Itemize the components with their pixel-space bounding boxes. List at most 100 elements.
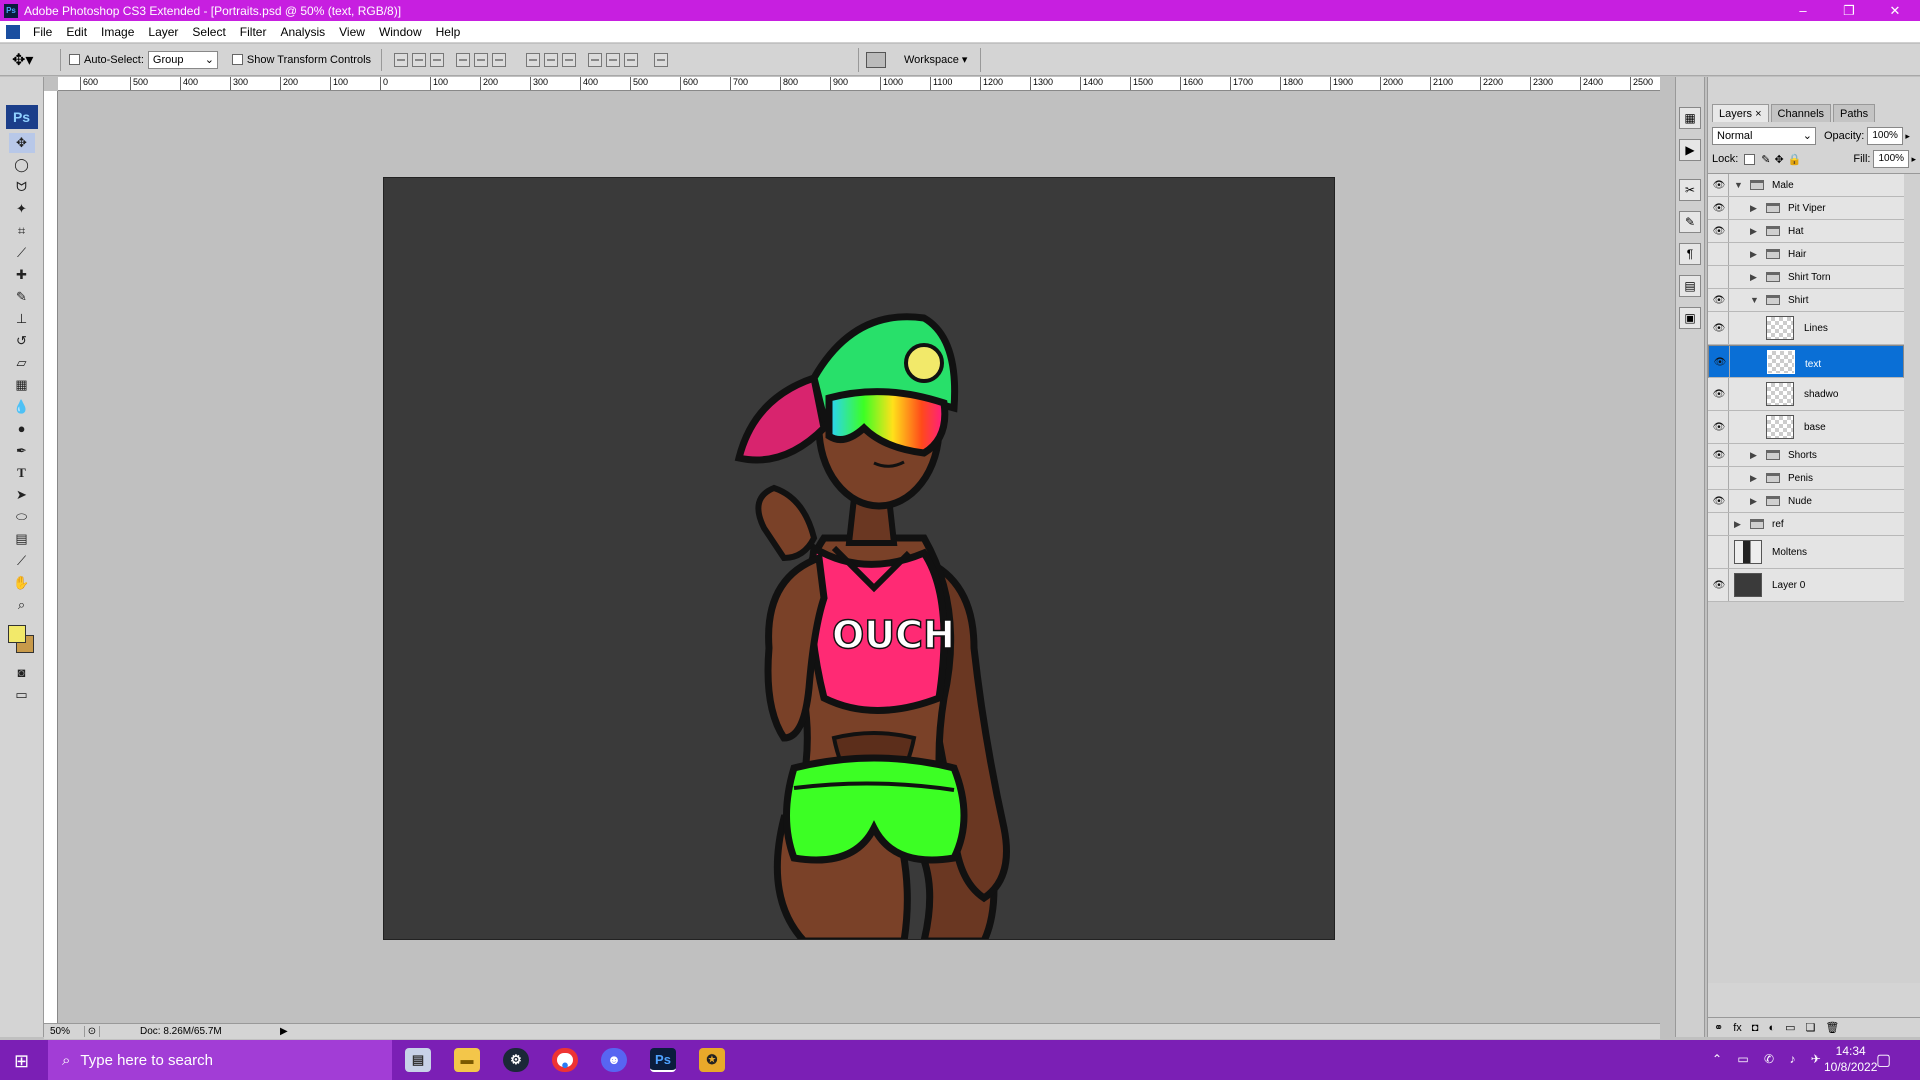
visibility-eye-icon[interactable]: 👁 [1712,389,1726,400]
bridge-icon[interactable] [866,52,886,68]
photoshop-taskbar-icon[interactable]: Ps [650,1048,676,1072]
expand-triangle-icon[interactable]: ▶ [1750,249,1757,260]
hand-tool-icon[interactable]: ✋ [9,573,35,593]
magic-wand-icon[interactable]: ✦ [9,199,35,219]
expand-triangle-icon[interactable]: ▶ [1750,203,1757,214]
path-selection-icon[interactable]: ➤ [9,485,35,505]
chrome-icon[interactable]: ● [552,1048,578,1072]
windows-start-icon[interactable]: ⊞ [14,1051,29,1072]
new-layer-icon[interactable]: ❏ [1806,1021,1816,1034]
close-button[interactable]: ✕ [1872,0,1918,21]
align-right-icon[interactable] [492,52,507,67]
align-top-icon[interactable] [394,52,409,67]
status-menu-arrow-icon[interactable]: ▶ [280,1026,292,1037]
visibility-eye-icon[interactable]: 👁 [1713,357,1727,368]
distribute-bottom-icon[interactable] [562,52,577,67]
auto-select-checkbox[interactable] [69,54,80,65]
fill-input[interactable]: 100% [1873,150,1910,168]
menu-window[interactable]: Window [372,21,429,43]
foreground-color-swatch[interactable] [7,625,26,643]
crop-tool-icon[interactable]: ⌗ [9,221,35,241]
menu-edit[interactable]: Edit [59,21,94,43]
gradient-tool-icon[interactable]: ▦ [9,375,35,395]
visibility-eye-icon[interactable] [1712,520,1726,530]
file-explorer-icon[interactable]: ▬ [454,1048,480,1072]
layer-row[interactable]: 👁 ▼ Shirt [1708,289,1904,312]
layer-row[interactable]: ▶ Shirt Torn [1708,266,1904,289]
new-group-icon[interactable]: ▭ [1785,1021,1795,1034]
navigator-icon[interactable]: ▦ [1679,107,1701,129]
restore-button[interactable]: ❐ [1826,0,1872,21]
visibility-eye-icon[interactable]: 👁 [1712,496,1726,507]
distribute-hcenter-icon[interactable] [606,52,621,67]
quick-mask-icon[interactable]: ◙ [9,663,35,683]
visibility-eye-icon[interactable] [1712,273,1726,283]
align-left-icon[interactable] [456,52,471,67]
notes-tool-icon[interactable]: ▤ [9,529,35,549]
distribute-left-icon[interactable] [588,52,603,67]
visibility-eye-icon[interactable]: 👁 [1712,422,1726,433]
expand-triangle-icon[interactable]: ▶ [1750,496,1757,507]
status-info-icon[interactable]: ⊙ [84,1026,100,1037]
align-bottom-icon[interactable] [430,52,445,67]
lock-pixels-icon[interactable]: ✎ [1761,153,1770,166]
visibility-eye-icon[interactable]: 👁 [1712,295,1726,306]
visibility-eye-icon[interactable] [1712,474,1726,484]
document-canvas[interactable]: OUCH [383,177,1335,940]
slice-tool-icon[interactable]: ⟋ [9,243,35,263]
visibility-eye-icon[interactable]: 👁 [1712,580,1726,591]
auto-select-dropdown[interactable]: Group ⌄ [147,50,218,69]
adjustment-layer-icon[interactable]: ◐ [1768,1022,1775,1034]
move-tool-preset-icon[interactable]: ✥▾ [12,50,52,70]
visibility-eye-icon[interactable] [1712,548,1726,558]
visibility-eye-icon[interactable]: 👁 [1712,180,1726,191]
pen-tool-icon[interactable]: ✒ [9,441,35,461]
layer-row[interactable]: ▶ Hair [1708,243,1904,266]
opacity-input[interactable]: 100% [1867,127,1904,145]
align-hcenter-icon[interactable] [474,52,489,67]
layer-row[interactable]: 👁 ▼ Male [1708,174,1904,197]
menu-file[interactable]: File [26,21,59,43]
app-taskbar-icon[interactable]: ✪ [699,1048,725,1072]
tab-layers[interactable]: Layers × [1712,104,1769,122]
brush-tool-icon[interactable]: ✎ [9,287,35,307]
visibility-eye-icon[interactable]: 👁 [1712,450,1726,461]
history-brush-icon[interactable]: ↺ [9,331,35,351]
menu-select[interactable]: Select [185,21,232,43]
expand-triangle-icon[interactable]: ▶ [1750,272,1757,283]
lasso-tool-icon[interactable]: ᗢ [9,177,35,197]
steam-icon[interactable]: ⚙ [503,1048,529,1072]
layer-row[interactable]: 👁 base [1708,411,1904,444]
link-layers-icon[interactable]: ⚭ [1714,1021,1723,1034]
fill-arrow-icon[interactable]: ▸ [1911,154,1916,165]
marquee-tool-icon[interactable]: ◯ [9,155,35,175]
tab-paths[interactable]: Paths [1833,104,1876,122]
align-vcenter-icon[interactable] [412,52,427,67]
blend-mode-dropdown[interactable]: Normal ⌄ [1712,127,1816,145]
zoom-level[interactable]: 50% [44,1026,84,1037]
menu-help[interactable]: Help [429,21,468,43]
blur-tool-icon[interactable]: 💧 [9,397,35,417]
notification-icon[interactable]: ▢ [1876,1050,1891,1070]
actions-icon[interactable]: ▶ [1679,139,1701,161]
expand-triangle-icon[interactable]: ▶ [1750,226,1757,237]
document-icon[interactable] [6,24,20,39]
screen-mode-icon[interactable]: ▭ [9,685,35,705]
menu-analysis[interactable]: Analysis [273,21,332,43]
expand-triangle-icon[interactable]: ▶ [1750,473,1757,484]
delete-layer-icon[interactable]: 🗑 [1825,1021,1839,1034]
shape-tool-icon[interactable]: ⬭ [9,507,35,527]
taskbar-search[interactable]: ⌕ Type here to search [48,1040,392,1080]
paragraph-icon[interactable]: ¶ [1679,243,1701,265]
distribute-right-icon[interactable] [624,52,639,67]
lock-position-icon[interactable]: ✥ [1775,153,1784,166]
dodge-tool-icon[interactable]: ● [9,419,35,439]
auto-align-icon[interactable] [654,52,669,67]
layer-row[interactable]: 👁 ▶ Nude [1708,490,1904,513]
layer-mask-icon[interactable]: ◘ [1752,1022,1759,1034]
layer-row[interactable]: 👁 ▶ Shorts [1708,444,1904,467]
healing-brush-icon[interactable]: ✚ [9,265,35,285]
visibility-eye-icon[interactable]: 👁 [1712,226,1726,237]
collapse-triangle-icon[interactable]: ▼ [1734,180,1743,190]
opacity-arrow-icon[interactable]: ▸ [1905,131,1910,142]
